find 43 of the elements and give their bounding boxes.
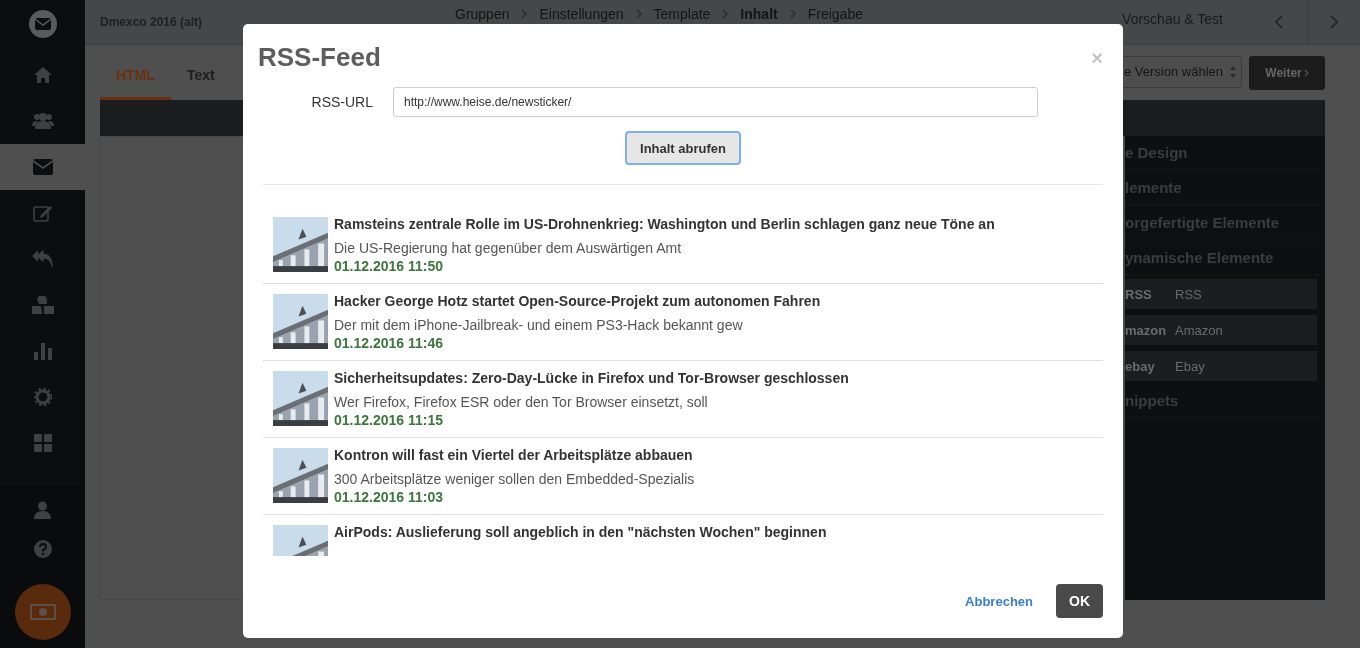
user-icon[interactable] [34,500,51,519]
news-date: 01.12.2016 11:03 [334,488,444,506]
news-title[interactable]: Sicherheitsupdates: Zero-Day-Lücke in Firefox und Tor-Browser geschlossen [334,369,849,387]
element-item[interactable]: mazon Amazon [1125,315,1317,345]
chevron-icon [521,9,528,19]
news-summary: Die US-Regierung hat gegenüber dem Auswärtigen Amt [334,239,683,257]
element-item[interactable]: ebay Ebay [1125,351,1317,381]
home-icon[interactable] [32,66,53,84]
logo-icon[interactable] [28,10,57,38]
news-title[interactable]: Kontron will fast ein Viertel der Arbeitsplätze abbauen [334,446,695,464]
users-icon[interactable] [31,112,54,130]
news-summary: Wer Firefox, Firefox ESR oder den Tor Browser einsetzt, soll [334,393,709,411]
fetch-button[interactable]: Inhalt abrufen [625,131,741,165]
grid-icon[interactable] [33,434,52,452]
close-button[interactable]: × [1091,48,1103,68]
help-icon[interactable] [33,539,52,558]
news-summary: Der mit dem iPhone-Jailbreak- und einem PS3-Hack bekannt gew [334,316,744,334]
url-label: RSS-URL [310,94,374,110]
chevron-icon [722,9,729,19]
news-date: 01.12.2016 11:15 [334,411,444,429]
cancel-link[interactable]: Abbrechen [965,593,1033,609]
reply-all-icon[interactable] [31,250,54,268]
dialog-title: RSS-Feed [258,42,381,73]
banknote-icon [29,604,56,620]
url-field[interactable]: http://www.heise.de/newsticker/ [393,87,1038,117]
edit-icon[interactable] [32,204,53,222]
settings-icon[interactable] [33,388,52,406]
news-date: 01.12.2016 11:46 [334,334,444,352]
bar-chart-icon[interactable] [33,342,52,360]
chevron-icon [789,9,796,19]
news-title[interactable]: AirPods: Auslieferung soll angeblich in den "nächsten Wochen" beginnen [334,523,827,541]
chevron-icon [635,9,642,19]
next-button[interactable]: Weiter [1249,55,1325,90]
ok-button[interactable]: OK [1056,584,1103,618]
news-date: 01.12.2016 11:50 [334,257,444,275]
sort-arrows-icon [1229,64,1237,79]
news-title[interactable]: Hacker George Hotz startet Open-Source-Projekt zum autonomen Fahren [334,292,821,310]
chevron-right-icon [1303,68,1309,77]
mail-icon[interactable] [32,159,53,175]
news-summary: 300 Arbeitsplätze weniger sollen den Embedded-Spezialis [334,470,695,488]
element-item[interactable]: RSS RSS [1125,279,1317,309]
cubes-icon[interactable] [30,295,55,315]
news-title[interactable]: Ramsteins zentrale Rolle im US-Drohnenkrieg: Washington und Berlin schlagen ganz neue Töne an [334,215,995,233]
